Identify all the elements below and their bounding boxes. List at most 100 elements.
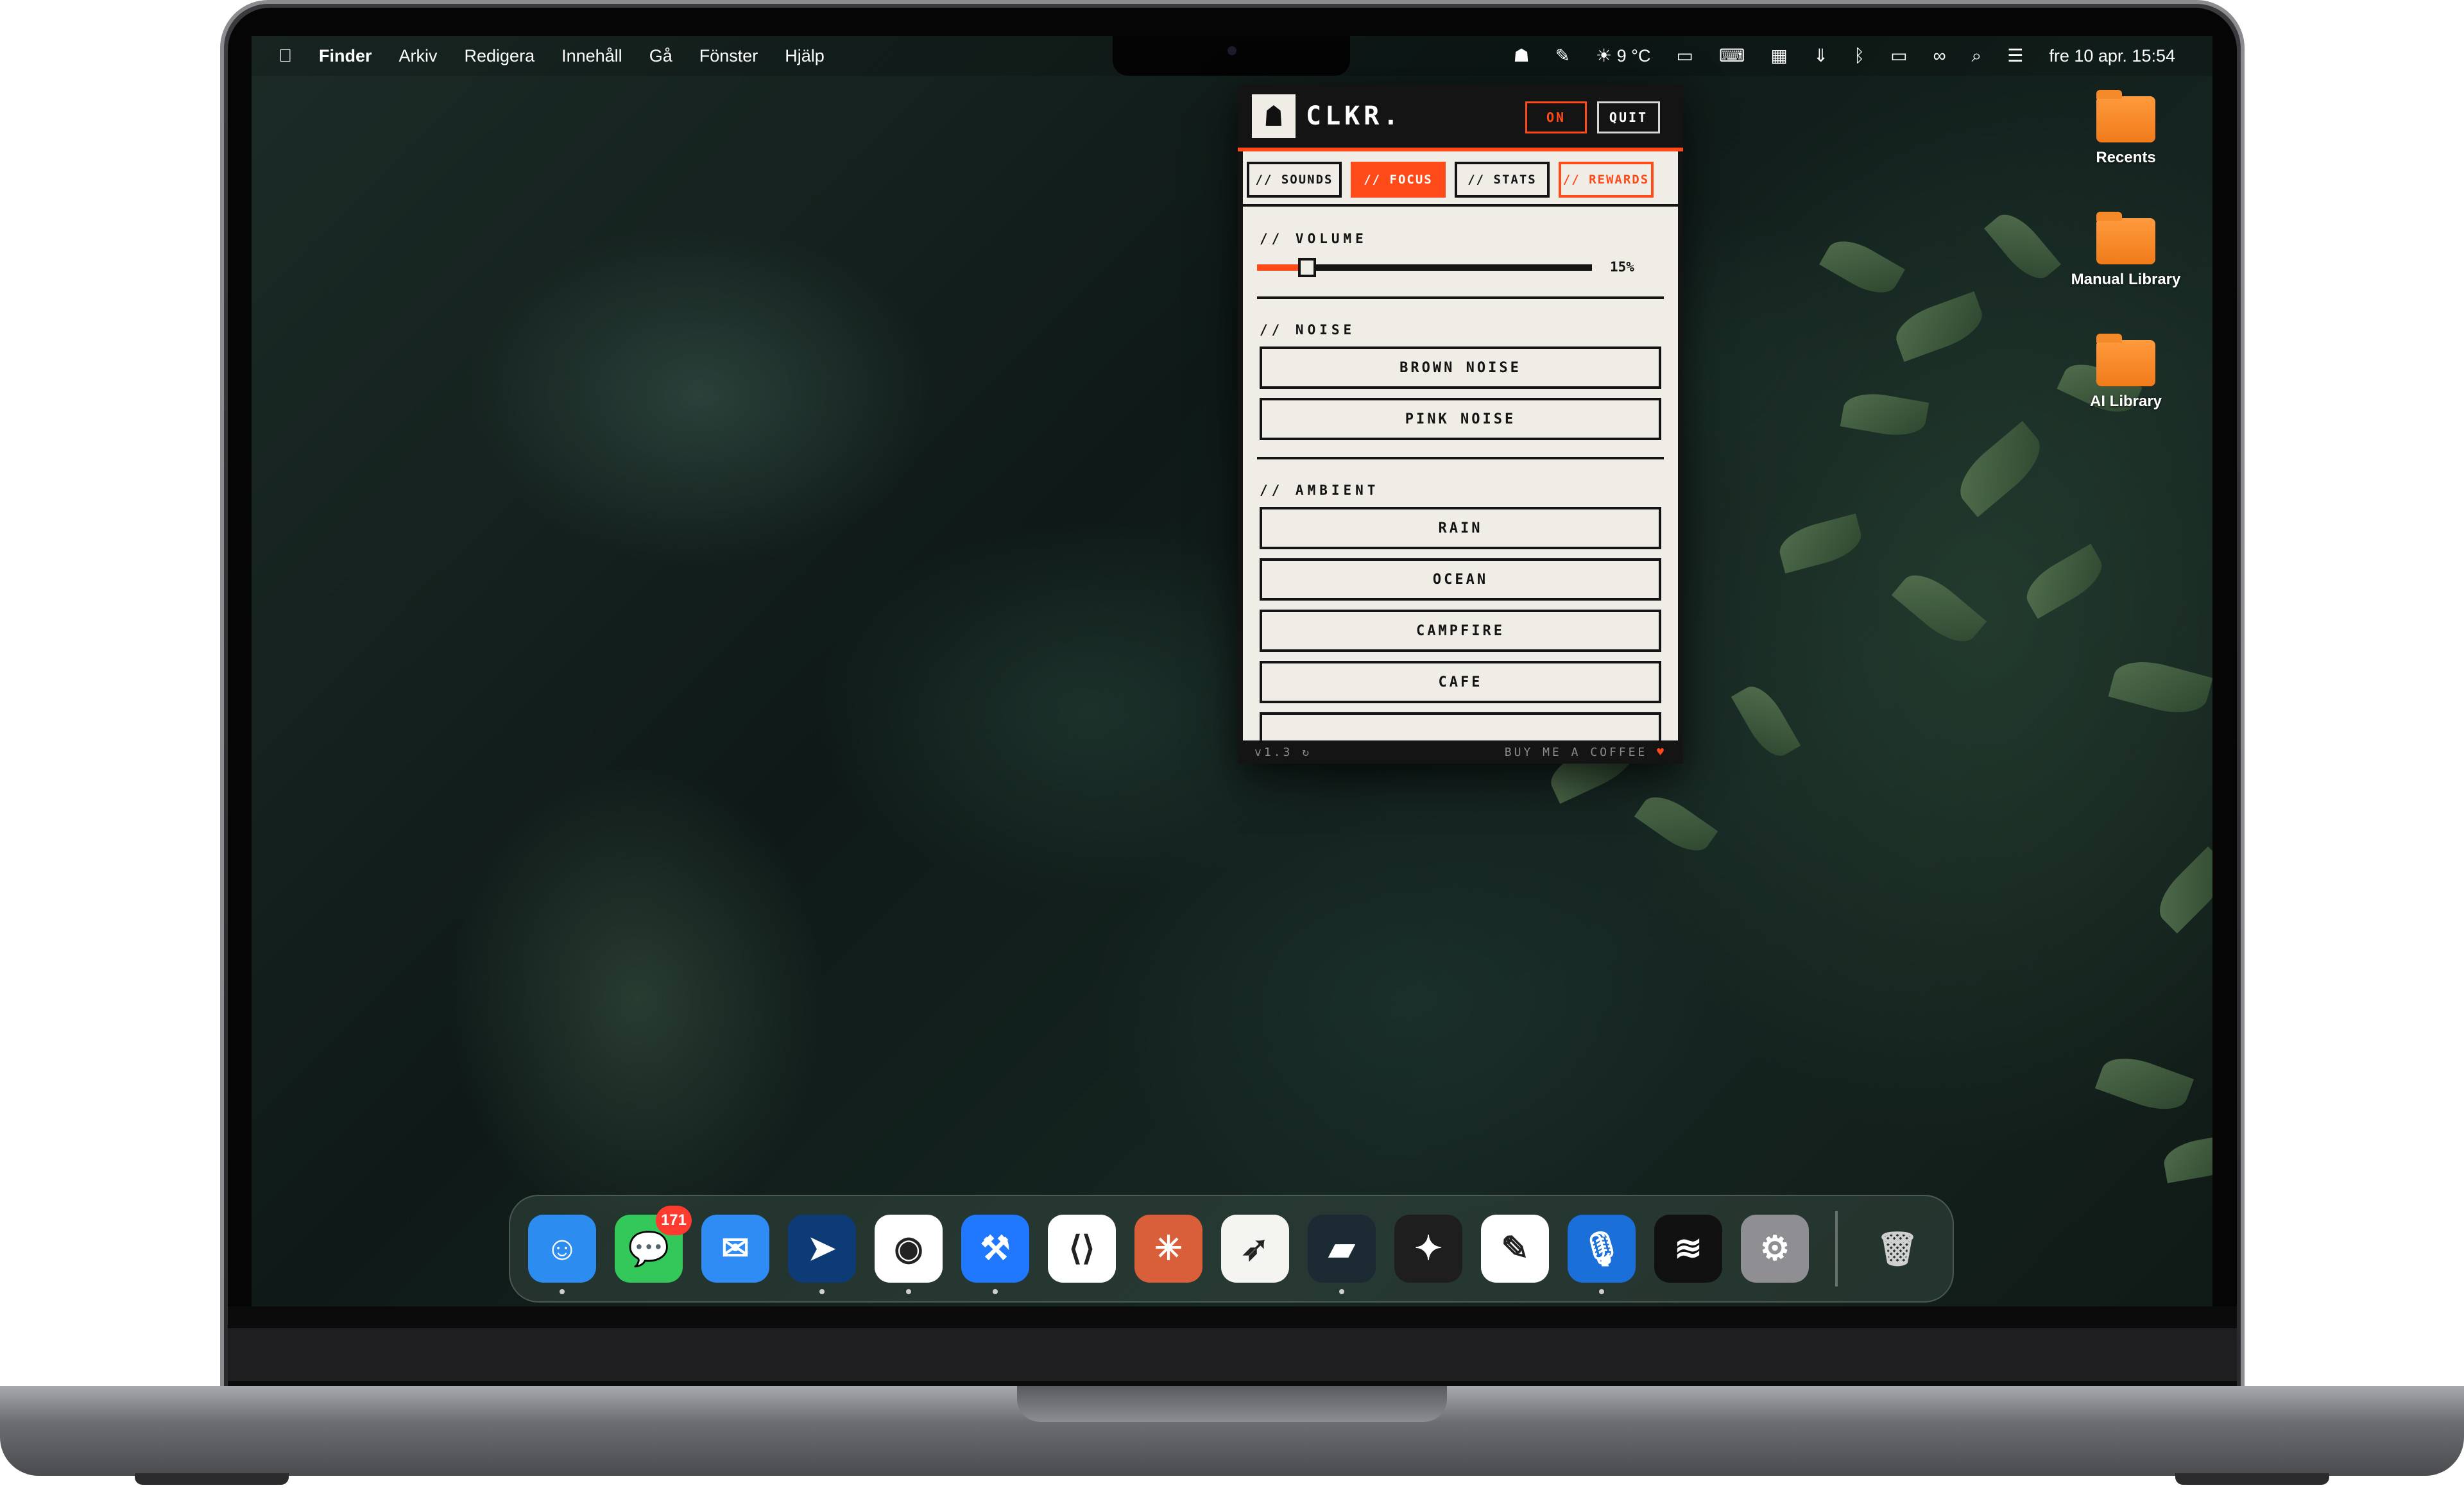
dock-item[interactable]: ☺ xyxy=(528,1215,596,1294)
dock-item[interactable]: ✎ xyxy=(1481,1215,1549,1283)
desktop-folder-recents[interactable]: Recents xyxy=(2055,90,2196,167)
next-sound-button[interactable] xyxy=(1260,712,1661,740)
buy-coffee-link[interactable]: BUY ME A COFFEE ♥ xyxy=(1505,746,1666,759)
running-indicator xyxy=(993,1289,998,1294)
control-center-icon[interactable]: ☰ xyxy=(2007,47,2023,65)
dock-item[interactable]: ⚒ xyxy=(961,1215,1029,1294)
dock-item[interactable]: ✦ xyxy=(1394,1215,1462,1283)
folder-icon xyxy=(2096,212,2155,264)
running-indicator xyxy=(560,1289,565,1294)
sun-icon: ☀ xyxy=(1596,45,1613,65)
notes-icon[interactable]: ✎ xyxy=(1481,1215,1549,1283)
dock-item[interactable]: ➤ xyxy=(788,1215,856,1294)
notification-badge: 171 xyxy=(655,1206,692,1235)
navigation-icon[interactable]: ➤ xyxy=(788,1215,856,1283)
ocean-button[interactable]: OCEAN xyxy=(1260,558,1661,601)
dock-item-trash[interactable]: 🗑 xyxy=(1863,1215,1931,1283)
menu-item-innehall[interactable]: Innehåll xyxy=(561,46,622,66)
trash-icon[interactable]: 🗑 xyxy=(1863,1215,1931,1283)
clkr-status-icon[interactable]: ☗ xyxy=(1513,47,1529,65)
desktop-folder-ai-library[interactable]: AI Library xyxy=(2055,334,2196,411)
dock-item[interactable]: 🎙 xyxy=(1568,1215,1636,1294)
volume-value: 15% xyxy=(1610,259,1634,275)
app-title: CLKR. xyxy=(1306,101,1403,131)
tab-focus[interactable]: // FOCUS xyxy=(1351,162,1446,198)
tab-stats[interactable]: // STATS xyxy=(1455,162,1550,198)
weather-temperature: 9 °C xyxy=(1616,46,1651,65)
dock-item[interactable]: 💬 171 xyxy=(615,1206,692,1283)
download-icon[interactable]: ⇓ xyxy=(1813,47,1828,65)
dock-item[interactable]: ▰ xyxy=(1308,1215,1376,1294)
tab-sounds[interactable]: // SOUNDS xyxy=(1247,162,1342,198)
search-icon[interactable]: ⌕ xyxy=(1972,47,1982,65)
menu-item-ga[interactable]: Gå xyxy=(649,46,672,66)
dock-item[interactable]: ≋ xyxy=(1654,1215,1722,1283)
voice-icon[interactable]: 🎙 xyxy=(1568,1215,1636,1283)
keyboard-icon[interactable]: ⌨ xyxy=(1719,47,1745,65)
trackpad-notch xyxy=(1017,1386,1447,1422)
battery-icon[interactable]: ▭ xyxy=(1890,47,1907,65)
settings-icon[interactable]: ⚙ xyxy=(1741,1215,1809,1283)
send-icon[interactable]: ➶ xyxy=(1221,1215,1289,1283)
apple-icon[interactable]:  xyxy=(278,47,292,65)
dock-item[interactable]: ⚙ xyxy=(1741,1215,1809,1283)
refresh-icon[interactable]: ↻ xyxy=(1302,746,1312,759)
version-label: v1.3 xyxy=(1254,745,1293,759)
pen-icon[interactable]: ✎ xyxy=(1555,47,1570,65)
cafe-button[interactable]: CAFE xyxy=(1260,661,1661,703)
menu-item-hjalp[interactable]: Hjälp xyxy=(785,46,825,66)
tab-bar: // SOUNDS // FOCUS // STATS // REWARDS xyxy=(1243,151,1678,207)
layout-icon[interactable]: ▦ xyxy=(1770,47,1787,65)
menu-clock[interactable]: fre 10 apr. 15:54 xyxy=(2049,46,2175,66)
finder-icon[interactable]: ☺ xyxy=(528,1215,596,1283)
foot-right xyxy=(2175,1473,2329,1485)
running-indicator xyxy=(819,1289,825,1294)
spotify-icon[interactable]: ≋ xyxy=(1654,1215,1722,1283)
campfire-button[interactable]: CAMPFIRE xyxy=(1260,610,1661,652)
weather-widget[interactable]: ☀ 9 °C xyxy=(1596,46,1650,66)
vscode-icon[interactable]: ⟨⟩ xyxy=(1048,1215,1116,1283)
running-indicator xyxy=(1339,1289,1344,1294)
link-icon[interactable]: ∞ xyxy=(1933,47,1946,65)
menu-item-redigera[interactable]: Redigera xyxy=(465,46,535,66)
screen-share-icon[interactable]: ▭ xyxy=(1676,47,1693,65)
volume-thumb[interactable] xyxy=(1298,258,1317,277)
clkr-popup: ☗ CLKR. ON QUIT // SOUNDS // FOCUS // ST… xyxy=(1238,85,1683,764)
tab-rewards[interactable]: // REWARDS xyxy=(1559,162,1654,198)
rain-button[interactable]: RAIN xyxy=(1260,507,1661,549)
pink-noise-button[interactable]: PINK NOISE xyxy=(1260,398,1661,440)
menu-item-arkiv[interactable]: Arkiv xyxy=(399,46,438,66)
dock-item[interactable]: ⟨⟩ xyxy=(1048,1215,1116,1283)
coffee-icon: ♥ xyxy=(1657,745,1666,759)
folder-icon xyxy=(2096,334,2155,386)
dock-item[interactable]: ✳ xyxy=(1134,1215,1202,1283)
desktop-folder-manual-library[interactable]: Manual Library xyxy=(2055,212,2196,289)
foot-left xyxy=(135,1473,289,1485)
coffee-label: BUY ME A COFFEE xyxy=(1504,745,1648,759)
brown-noise-button[interactable]: BROWN NOISE xyxy=(1260,346,1661,389)
desktop-folder-label: Manual Library xyxy=(2071,271,2181,288)
dock-item[interactable]: ✉ xyxy=(701,1215,769,1283)
chrome-icon[interactable]: ◉ xyxy=(875,1215,943,1283)
xcode-icon[interactable]: ⚒ xyxy=(961,1215,1029,1283)
dock-item[interactable]: ➶ xyxy=(1221,1215,1289,1283)
menu-item-fonster[interactable]: Fönster xyxy=(699,46,758,66)
volume-slider[interactable]: 15% xyxy=(1243,246,1678,285)
running-indicator xyxy=(906,1289,911,1294)
menu-app-name[interactable]: Finder xyxy=(319,46,372,66)
dock-item[interactable]: ◉ xyxy=(875,1215,943,1294)
popup-header: ☗ CLKR. ON QUIT xyxy=(1238,85,1683,148)
mail-icon[interactable]: ✉ xyxy=(701,1215,769,1283)
bluetooth-icon[interactable]: ᛒ xyxy=(1854,47,1865,65)
dock: ☺ 💬 171 ✉ ➤ ◉ ⚒ ⟨⟩ ✳ ➶ ▰ ✦ ✎ 🎙 ≋ ⚙ 🗑 xyxy=(509,1195,1954,1303)
claude-icon[interactable]: ✳ xyxy=(1134,1215,1202,1283)
popup-footer: v1.3 ↻ BUY ME A COFFEE ♥ xyxy=(1238,740,1683,764)
quit-button[interactable]: QUIT xyxy=(1597,101,1660,133)
figma-icon[interactable]: ✦ xyxy=(1394,1215,1462,1283)
menu-bar:  Finder Arkiv Redigera Innehåll Gå Föns… xyxy=(252,36,2212,76)
version-info: v1.3 ↻ xyxy=(1254,746,1312,759)
bezel-chin xyxy=(228,1328,2237,1381)
desktop-folder-label: Recents xyxy=(2096,149,2156,166)
app-icon[interactable]: ▰ xyxy=(1308,1215,1376,1283)
on-button[interactable]: ON xyxy=(1525,101,1587,133)
